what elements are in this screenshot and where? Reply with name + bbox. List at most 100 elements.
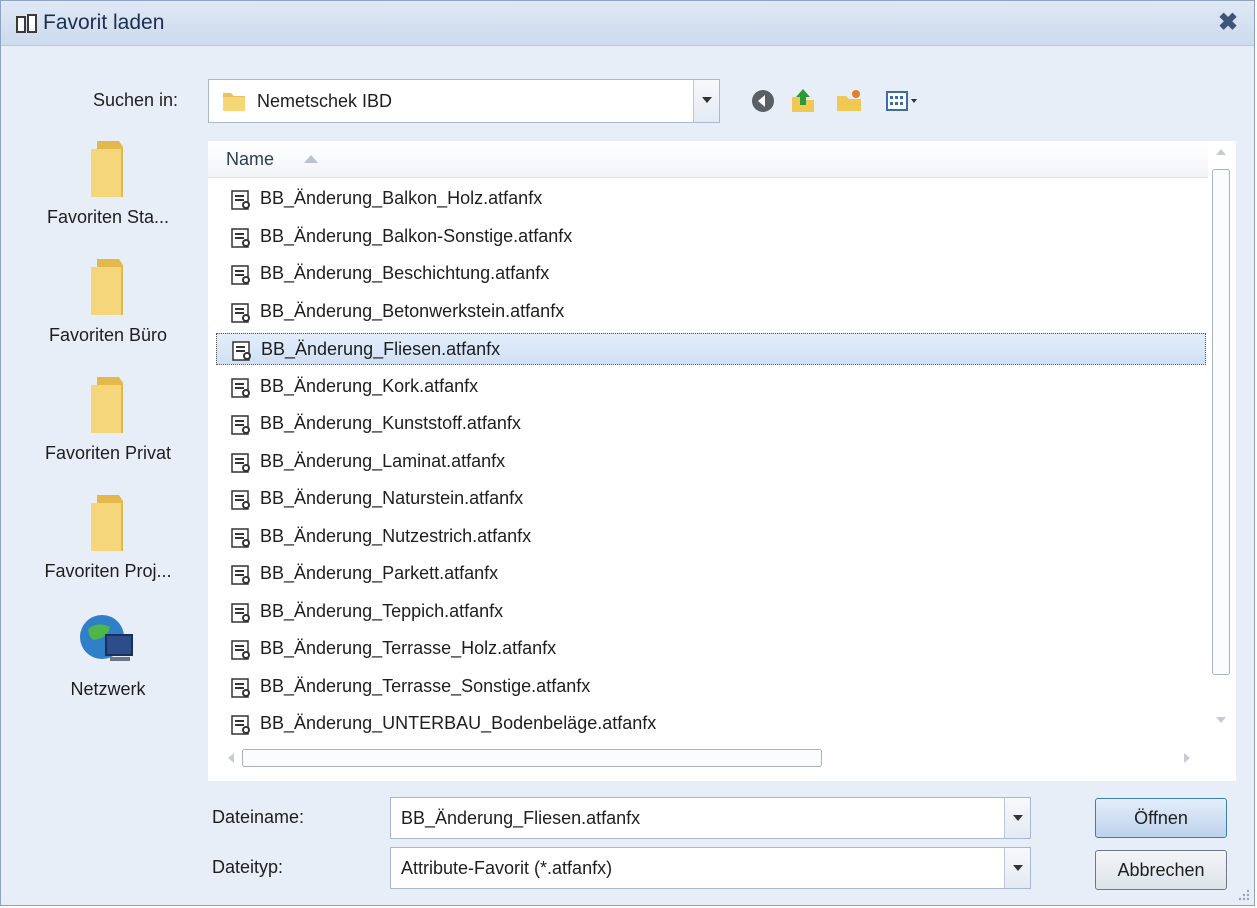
favorite-file-icon bbox=[231, 227, 250, 248]
open-button[interactable]: Öffnen bbox=[1095, 798, 1227, 838]
window-title: Favorit laden bbox=[43, 11, 165, 34]
filetype-dropdown-button[interactable] bbox=[1004, 848, 1030, 888]
file-row[interactable]: BB_Änderung_Naturstein.atfanfx bbox=[216, 483, 1206, 515]
file-name: BB_Änderung_Kork.atfanfx bbox=[260, 375, 479, 396]
scroll-down-icon[interactable] bbox=[1216, 717, 1226, 723]
favorite-file-icon bbox=[231, 490, 250, 510]
filename-combobox[interactable]: BB_Änderung_Fliesen.atfanfx bbox=[390, 797, 1031, 839]
favorite-file-icon bbox=[231, 415, 250, 435]
scroll-right-icon[interactable] bbox=[1184, 753, 1190, 763]
load-favorite-dialog: Favorit laden ✖ Suchen in: Nemetschek IB… bbox=[0, 0, 1255, 906]
filename-value[interactable]: BB_Änderung_Fliesen.atfanfx bbox=[401, 808, 640, 829]
file-row[interactable]: BB_Änderung_Laminat.atfanfx bbox=[216, 446, 1206, 478]
sort-ascending-icon bbox=[304, 155, 318, 163]
chevron-down-icon bbox=[702, 97, 712, 103]
network-icon bbox=[80, 615, 133, 661]
file-name: BB_Änderung_Kunststoff.atfanfx bbox=[260, 413, 521, 433]
view-menu-icon[interactable] bbox=[885, 87, 925, 115]
favorite-file-icon bbox=[231, 677, 250, 698]
up-folder-icon[interactable] bbox=[789, 87, 817, 115]
file-row[interactable]: BB_Änderung_Beschichtung.atfanfx bbox=[216, 258, 1206, 290]
lookin-dropdown-button[interactable] bbox=[693, 80, 719, 122]
filetype-label: Dateityp: bbox=[212, 857, 284, 877]
file-name: BB_Änderung_Naturstein.atfanfx bbox=[260, 488, 524, 508]
file-row[interactable]: BB_Änderung_UNTERBAU_Bodenbeläge.atfanfx bbox=[216, 708, 1206, 740]
file-row[interactable]: BB_Änderung_Betonwerkstein.atfanfx bbox=[216, 296, 1206, 328]
file-name: BB_Änderung_Fliesen.atfanfx bbox=[261, 339, 501, 359]
folder-icon bbox=[91, 259, 123, 315]
horizontal-scrollbar[interactable] bbox=[226, 747, 1216, 769]
lookin-value: Nemetschek IBD bbox=[257, 91, 393, 111]
filetype-value: Attribute-Favorit (*.atfanfx) bbox=[401, 858, 613, 878]
file-name: BB_Änderung_Laminat.atfanfx bbox=[260, 450, 506, 471]
file-row[interactable]: BB_Änderung_Terrasse_Holz.atfanfx bbox=[216, 633, 1206, 665]
place-favorites-private[interactable]: Favoriten Privat bbox=[23, 373, 193, 464]
horizontal-scroll-thumb[interactable] bbox=[242, 749, 822, 767]
favorite-file-icon bbox=[231, 565, 250, 585]
file-name: BB_Änderung_Balkon_Holz.atfanfx bbox=[260, 188, 543, 208]
filename-label: Dateiname: bbox=[212, 807, 305, 827]
back-icon[interactable] bbox=[749, 87, 777, 115]
file-row[interactable]: BB_Änderung_Kork.atfanfx bbox=[216, 371, 1206, 403]
place-label: Favoriten Privat bbox=[44, 443, 172, 463]
file-row[interactable]: BB_Änderung_Kunststoff.atfanfx bbox=[216, 408, 1206, 440]
place-label: Favoriten Proj... bbox=[44, 561, 172, 581]
place-favorites-project[interactable]: Favoriten Proj... bbox=[23, 491, 193, 582]
place-favorites-standard[interactable]: Favoriten Sta... bbox=[23, 137, 193, 228]
file-row[interactable]: BB_Änderung_Balkon-Sonstige.atfanfx bbox=[216, 221, 1206, 253]
file-name: BB_Änderung_Terrasse_Holz.atfanfx bbox=[260, 638, 557, 658]
column-header-name[interactable]: Name bbox=[208, 141, 1208, 178]
file-row[interactable]: BB_Änderung_Fliesen.atfanfx bbox=[216, 333, 1206, 365]
favorite-file-icon bbox=[232, 341, 251, 361]
app-icon bbox=[16, 14, 37, 33]
title-bar[interactable]: Favorit laden ✖ bbox=[1, 1, 1254, 46]
new-folder-icon[interactable] bbox=[835, 87, 863, 115]
folder-icon bbox=[223, 93, 245, 111]
file-row[interactable]: BB_Änderung_Teppich.atfanfx bbox=[216, 596, 1206, 628]
place-label: Favoriten Büro bbox=[48, 325, 168, 345]
vertical-scroll-thumb[interactable] bbox=[1212, 169, 1230, 675]
favorite-file-icon bbox=[231, 452, 250, 473]
close-icon: ✖ bbox=[1217, 9, 1239, 36]
file-name: BB_Änderung_UNTERBAU_Bodenbeläge.atfanfx bbox=[260, 713, 657, 733]
file-name: BB_Änderung_Balkon-Sonstige.atfanfx bbox=[260, 225, 573, 246]
file-name: BB_Änderung_Parkett.atfanfx bbox=[260, 563, 499, 583]
chevron-down-icon bbox=[1013, 815, 1023, 821]
close-button[interactable]: ✖ bbox=[1216, 11, 1240, 35]
file-row[interactable]: BB_Änderung_Balkon_Holz.atfanfx bbox=[216, 183, 1206, 215]
place-network[interactable]: Netzwerk bbox=[23, 609, 193, 700]
folder-icon bbox=[91, 495, 123, 551]
folder-icon bbox=[91, 141, 123, 197]
filename-dropdown-button[interactable] bbox=[1004, 798, 1030, 838]
file-row[interactable]: BB_Änderung_Parkett.atfanfx bbox=[216, 558, 1206, 590]
filetype-combobox[interactable]: Attribute-Favorit (*.atfanfx) bbox=[390, 847, 1031, 889]
cancel-button[interactable]: Abbrechen bbox=[1095, 850, 1227, 890]
file-name: BB_Änderung_Nutzestrich.atfanfx bbox=[260, 525, 532, 546]
file-name: BB_Änderung_Betonwerkstein.atfanfx bbox=[260, 300, 565, 321]
lookin-combobox[interactable]: Nemetschek IBD bbox=[208, 79, 720, 123]
file-list[interactable]: Name BB_Änderung_Balkon_Holz.atfanfx BB_Ä… bbox=[208, 141, 1236, 781]
chevron-down-icon bbox=[1013, 865, 1023, 871]
favorite-file-icon bbox=[231, 265, 250, 285]
favorite-file-icon bbox=[231, 527, 250, 548]
resize-grip-icon[interactable] bbox=[1236, 887, 1250, 901]
file-name: BB_Änderung_Terrasse_Sonstige.atfanfx bbox=[260, 675, 591, 696]
favorite-file-icon bbox=[231, 640, 250, 660]
file-row[interactable]: BB_Änderung_Terrasse_Sonstige.atfanfx bbox=[216, 671, 1206, 703]
place-label: Netzwerk bbox=[70, 679, 146, 699]
favorite-file-icon bbox=[231, 602, 250, 623]
folder-icon bbox=[91, 377, 123, 433]
place-favorites-office[interactable]: Favoriten Büro bbox=[23, 255, 193, 346]
scroll-left-icon[interactable] bbox=[228, 753, 234, 763]
lookin-label: Suchen in: bbox=[93, 90, 179, 110]
vertical-scrollbar[interactable] bbox=[1211, 141, 1233, 731]
favorite-file-icon bbox=[231, 715, 250, 735]
file-name: BB_Änderung_Beschichtung.atfanfx bbox=[260, 263, 550, 283]
favorite-file-icon bbox=[231, 190, 250, 210]
file-row[interactable]: BB_Änderung_Nutzestrich.atfanfx bbox=[216, 521, 1206, 553]
file-name: BB_Änderung_Teppich.atfanfx bbox=[260, 600, 504, 621]
column-header-label: Name bbox=[226, 149, 275, 169]
scroll-up-icon[interactable] bbox=[1216, 149, 1226, 155]
favorite-file-icon bbox=[231, 377, 250, 398]
favorite-file-icon bbox=[231, 302, 250, 323]
